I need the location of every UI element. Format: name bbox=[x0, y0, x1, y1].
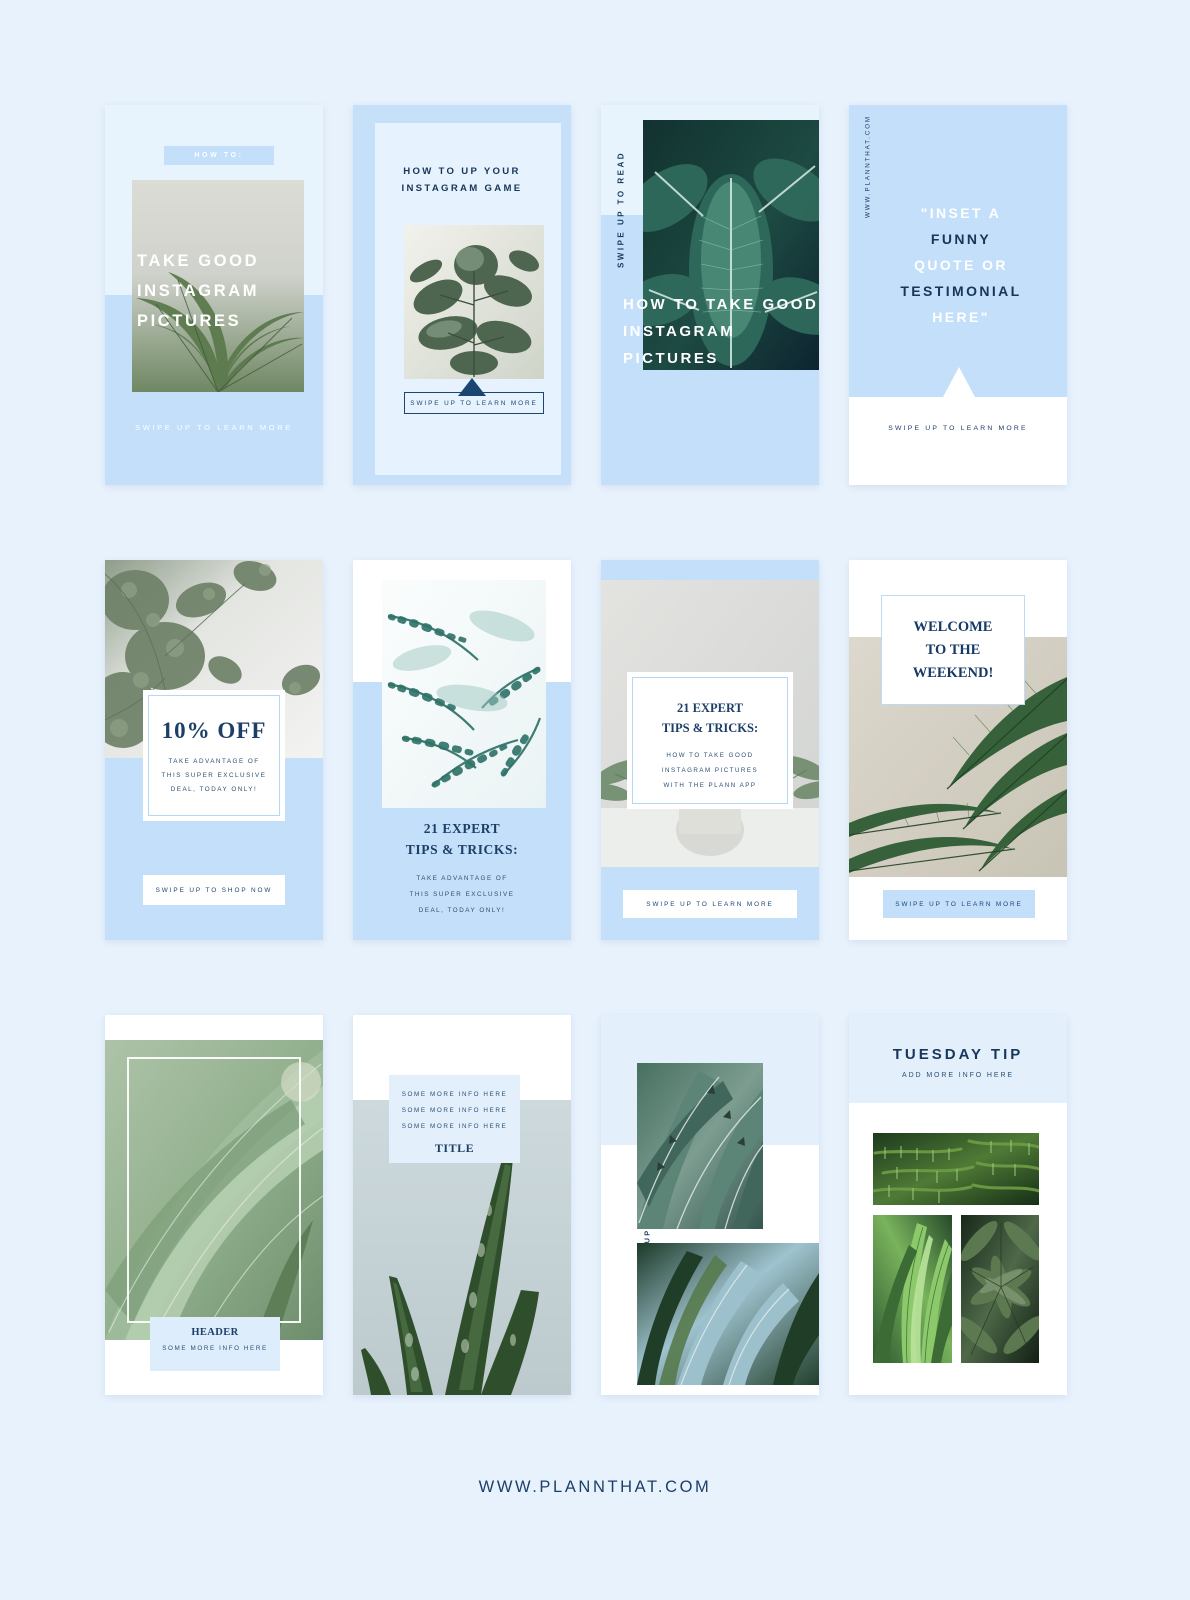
info-line-1: SOME MORE INFO HERE bbox=[401, 1091, 508, 1098]
info-box: SOME MORE INFO HERE SOME MORE INFO HERE … bbox=[389, 1075, 520, 1163]
title-line-1: HOW TO UP YOUR bbox=[403, 166, 521, 177]
swipe-up-shop-button[interactable]: SWIPE UP TO SHOP NOW bbox=[143, 875, 285, 905]
desc-line-2: THIS SUPER EXCLUSIVE bbox=[409, 891, 515, 898]
story-card-funny-quote-testimonial[interactable]: WWW.PLANNTHAT.COM "INSET A FUNNY QUOTE O… bbox=[849, 105, 1067, 485]
card-headline: HOW TO TAKE GOOD INSTAGRAM PICTURES bbox=[623, 296, 819, 367]
blue-leaf-photo-bottom bbox=[637, 1243, 819, 1385]
info-line-3: SOME MORE INFO HERE bbox=[401, 1123, 508, 1130]
swipe-up-button[interactable]: SWIPE UP TO LEARN MORE bbox=[623, 890, 797, 918]
title-line-3: WEEKEND! bbox=[912, 664, 994, 681]
story-card-how-to-take-good-instagram-pictures[interactable]: HOW TO: TAKE GOOD INSTAGRAM PICTURES SWI… bbox=[105, 105, 323, 485]
info-line-2: SOME MORE INFO HERE bbox=[401, 1107, 508, 1114]
notch-arrow-icon bbox=[943, 367, 975, 397]
title-line-1: 21 EXPERT bbox=[677, 701, 743, 715]
story-card-swipe-up-to-read-full-blog[interactable]: SWIPE UP TO READ FULL BLOG bbox=[601, 1015, 819, 1395]
desc-line-2: THIS SUPER EXCLUSIVE bbox=[161, 772, 267, 779]
offer-description: TAKE ADVANTAGE OF THIS SUPER EXCLUSIVE D… bbox=[149, 755, 279, 797]
title-line-2: TIPS & TRICKS: bbox=[661, 721, 759, 735]
desc-line-1: TAKE ADVANTAGE OF bbox=[416, 875, 508, 882]
header-text: HEADER bbox=[191, 1327, 239, 1338]
welcome-box: WELCOME TO THE WEEKEND! bbox=[881, 595, 1025, 705]
white-frame bbox=[127, 1057, 301, 1323]
story-card-swipe-up-to-read[interactable]: SWIPE UP TO READ HOW TO TAKE GOOD INSTAG… bbox=[601, 105, 819, 485]
header-label-box: HEADER SOME MORE INFO HERE bbox=[150, 1317, 280, 1371]
desc-line-1: TAKE ADVANTAGE OF bbox=[168, 758, 260, 765]
offer-box: 10% OFF TAKE ADVANTAGE OF THIS SUPER EXC… bbox=[143, 690, 285, 821]
story-template-sheet: HOW TO: TAKE GOOD INSTAGRAM PICTURES SWI… bbox=[0, 0, 1190, 1600]
fern-photo bbox=[382, 580, 546, 808]
quote-line-1: "INSET A bbox=[920, 205, 1002, 221]
dracaena-photo-right bbox=[961, 1215, 1039, 1363]
card-headline: TAKE GOOD INSTAGRAM PICTURES bbox=[137, 252, 260, 330]
title-line-2: TO THE bbox=[925, 641, 981, 658]
swipe-up-label[interactable]: SWIPE UP TO LEARN MORE bbox=[849, 425, 1067, 432]
card-description: TAKE ADVANTAGE OF THIS SUPER EXCLUSIVE D… bbox=[353, 871, 571, 919]
card-subtitle: ADD MORE INFO HERE bbox=[902, 1072, 1014, 1079]
story-card-tuesday-tip[interactable]: TUESDAY TIP ADD MORE INFO HERE bbox=[849, 1015, 1067, 1395]
welcome-title: WELCOME TO THE WEEKEND! bbox=[913, 616, 994, 685]
tips-box-inner: 21 EXPERT TIPS & TRICKS: HOW TO TAKE GOO… bbox=[632, 677, 788, 804]
swipe-up-label[interactable]: SWIPE UP TO LEARN MORE bbox=[105, 423, 323, 432]
title-line-1: WELCOME bbox=[913, 618, 993, 635]
story-card-title-some-more-info[interactable]: SOME MORE INFO HERE SOME MORE INFO HERE … bbox=[353, 1015, 571, 1395]
title-line-2: INSTAGRAM GAME bbox=[401, 183, 523, 194]
story-card-21-expert-tips-plann-app[interactable]: 21 EXPERT TIPS & TRICKS: HOW TO TAKE GOO… bbox=[601, 560, 819, 940]
story-card-21-expert-tips-tricks[interactable]: 21 EXPERT TIPS & TRICKS: TAKE ADVANTAGE … bbox=[353, 560, 571, 940]
aloe-photo-left bbox=[873, 1215, 952, 1363]
agave-photo-top bbox=[637, 1063, 763, 1229]
card-title: 21 EXPERT TIPS & TRICKS: bbox=[353, 818, 571, 860]
quote-line-3: QUOTE OR bbox=[914, 257, 1008, 273]
desc-line-2: INSTAGRAM PICTURES bbox=[661, 767, 759, 774]
quote-line-4: TESTIMONIAL bbox=[900, 283, 1022, 299]
discount-percent: 10% OFF bbox=[161, 718, 267, 743]
offer-box-inner: 10% OFF TAKE ADVANTAGE OF THIS SUPER EXC… bbox=[148, 695, 280, 816]
swipe-up-button[interactable]: SWIPE UP TO LEARN MORE bbox=[883, 890, 1035, 918]
fern-photo-wide bbox=[873, 1133, 1039, 1205]
story-card-grid: HOW TO: TAKE GOOD INSTAGRAM PICTURES SWI… bbox=[105, 105, 1075, 1395]
story-card-how-to-up-your-instagram-game[interactable]: HOW TO UP YOUR INSTAGRAM GAME SWIPE UP T… bbox=[353, 105, 571, 485]
tips-description: HOW TO TAKE GOOD INSTAGRAM PICTURES WITH… bbox=[633, 748, 787, 793]
story-card-welcome-to-the-weekend[interactable]: WELCOME TO THE WEEKEND! SWIPE UP TO LEAR… bbox=[849, 560, 1067, 940]
title-line-1: 21 EXPERT bbox=[423, 821, 501, 836]
info-title: TITLE bbox=[434, 1141, 475, 1155]
swipe-up-side-label[interactable]: SWIPE UP TO READ bbox=[617, 150, 626, 270]
desc-line-3: DEAL, TODAY ONLY! bbox=[418, 907, 506, 914]
desc-line-1: HOW TO TAKE GOOD bbox=[666, 752, 754, 759]
tips-box: 21 EXPERT TIPS & TRICKS: HOW TO TAKE GOO… bbox=[627, 672, 793, 809]
how-to-chip: HOW TO: bbox=[164, 146, 274, 165]
desc-line-3: WITH THE PLANN APP bbox=[663, 782, 757, 789]
story-card-header-some-more-info[interactable]: HEADER SOME MORE INFO HERE bbox=[105, 1015, 323, 1395]
desc-line-3: DEAL, TODAY ONLY! bbox=[170, 786, 258, 793]
swipe-up-button[interactable]: SWIPE UP TO LEARN MORE bbox=[404, 392, 544, 414]
footer-url[interactable]: WWW.PLANNTHAT.COM bbox=[0, 1478, 1190, 1497]
card-title: HOW TO UP YOUR INSTAGRAM GAME bbox=[353, 163, 571, 197]
tips-title: 21 EXPERT TIPS & TRICKS: bbox=[633, 698, 787, 738]
quote-text: "INSET A FUNNY QUOTE OR TESTIMONIAL HERE… bbox=[871, 200, 1051, 330]
header-subtext: SOME MORE INFO HERE bbox=[162, 1345, 268, 1352]
quote-line-2: FUNNY bbox=[930, 231, 992, 247]
title-line-2: TIPS & TRICKS: bbox=[405, 842, 519, 857]
card-title: TUESDAY TIP bbox=[892, 1046, 1024, 1063]
rubber-plant-photo bbox=[404, 225, 544, 379]
quote-line-5: HERE" bbox=[932, 309, 990, 325]
story-card-ten-percent-off[interactable]: 10% OFF TAKE ADVANTAGE OF THIS SUPER EXC… bbox=[105, 560, 323, 940]
